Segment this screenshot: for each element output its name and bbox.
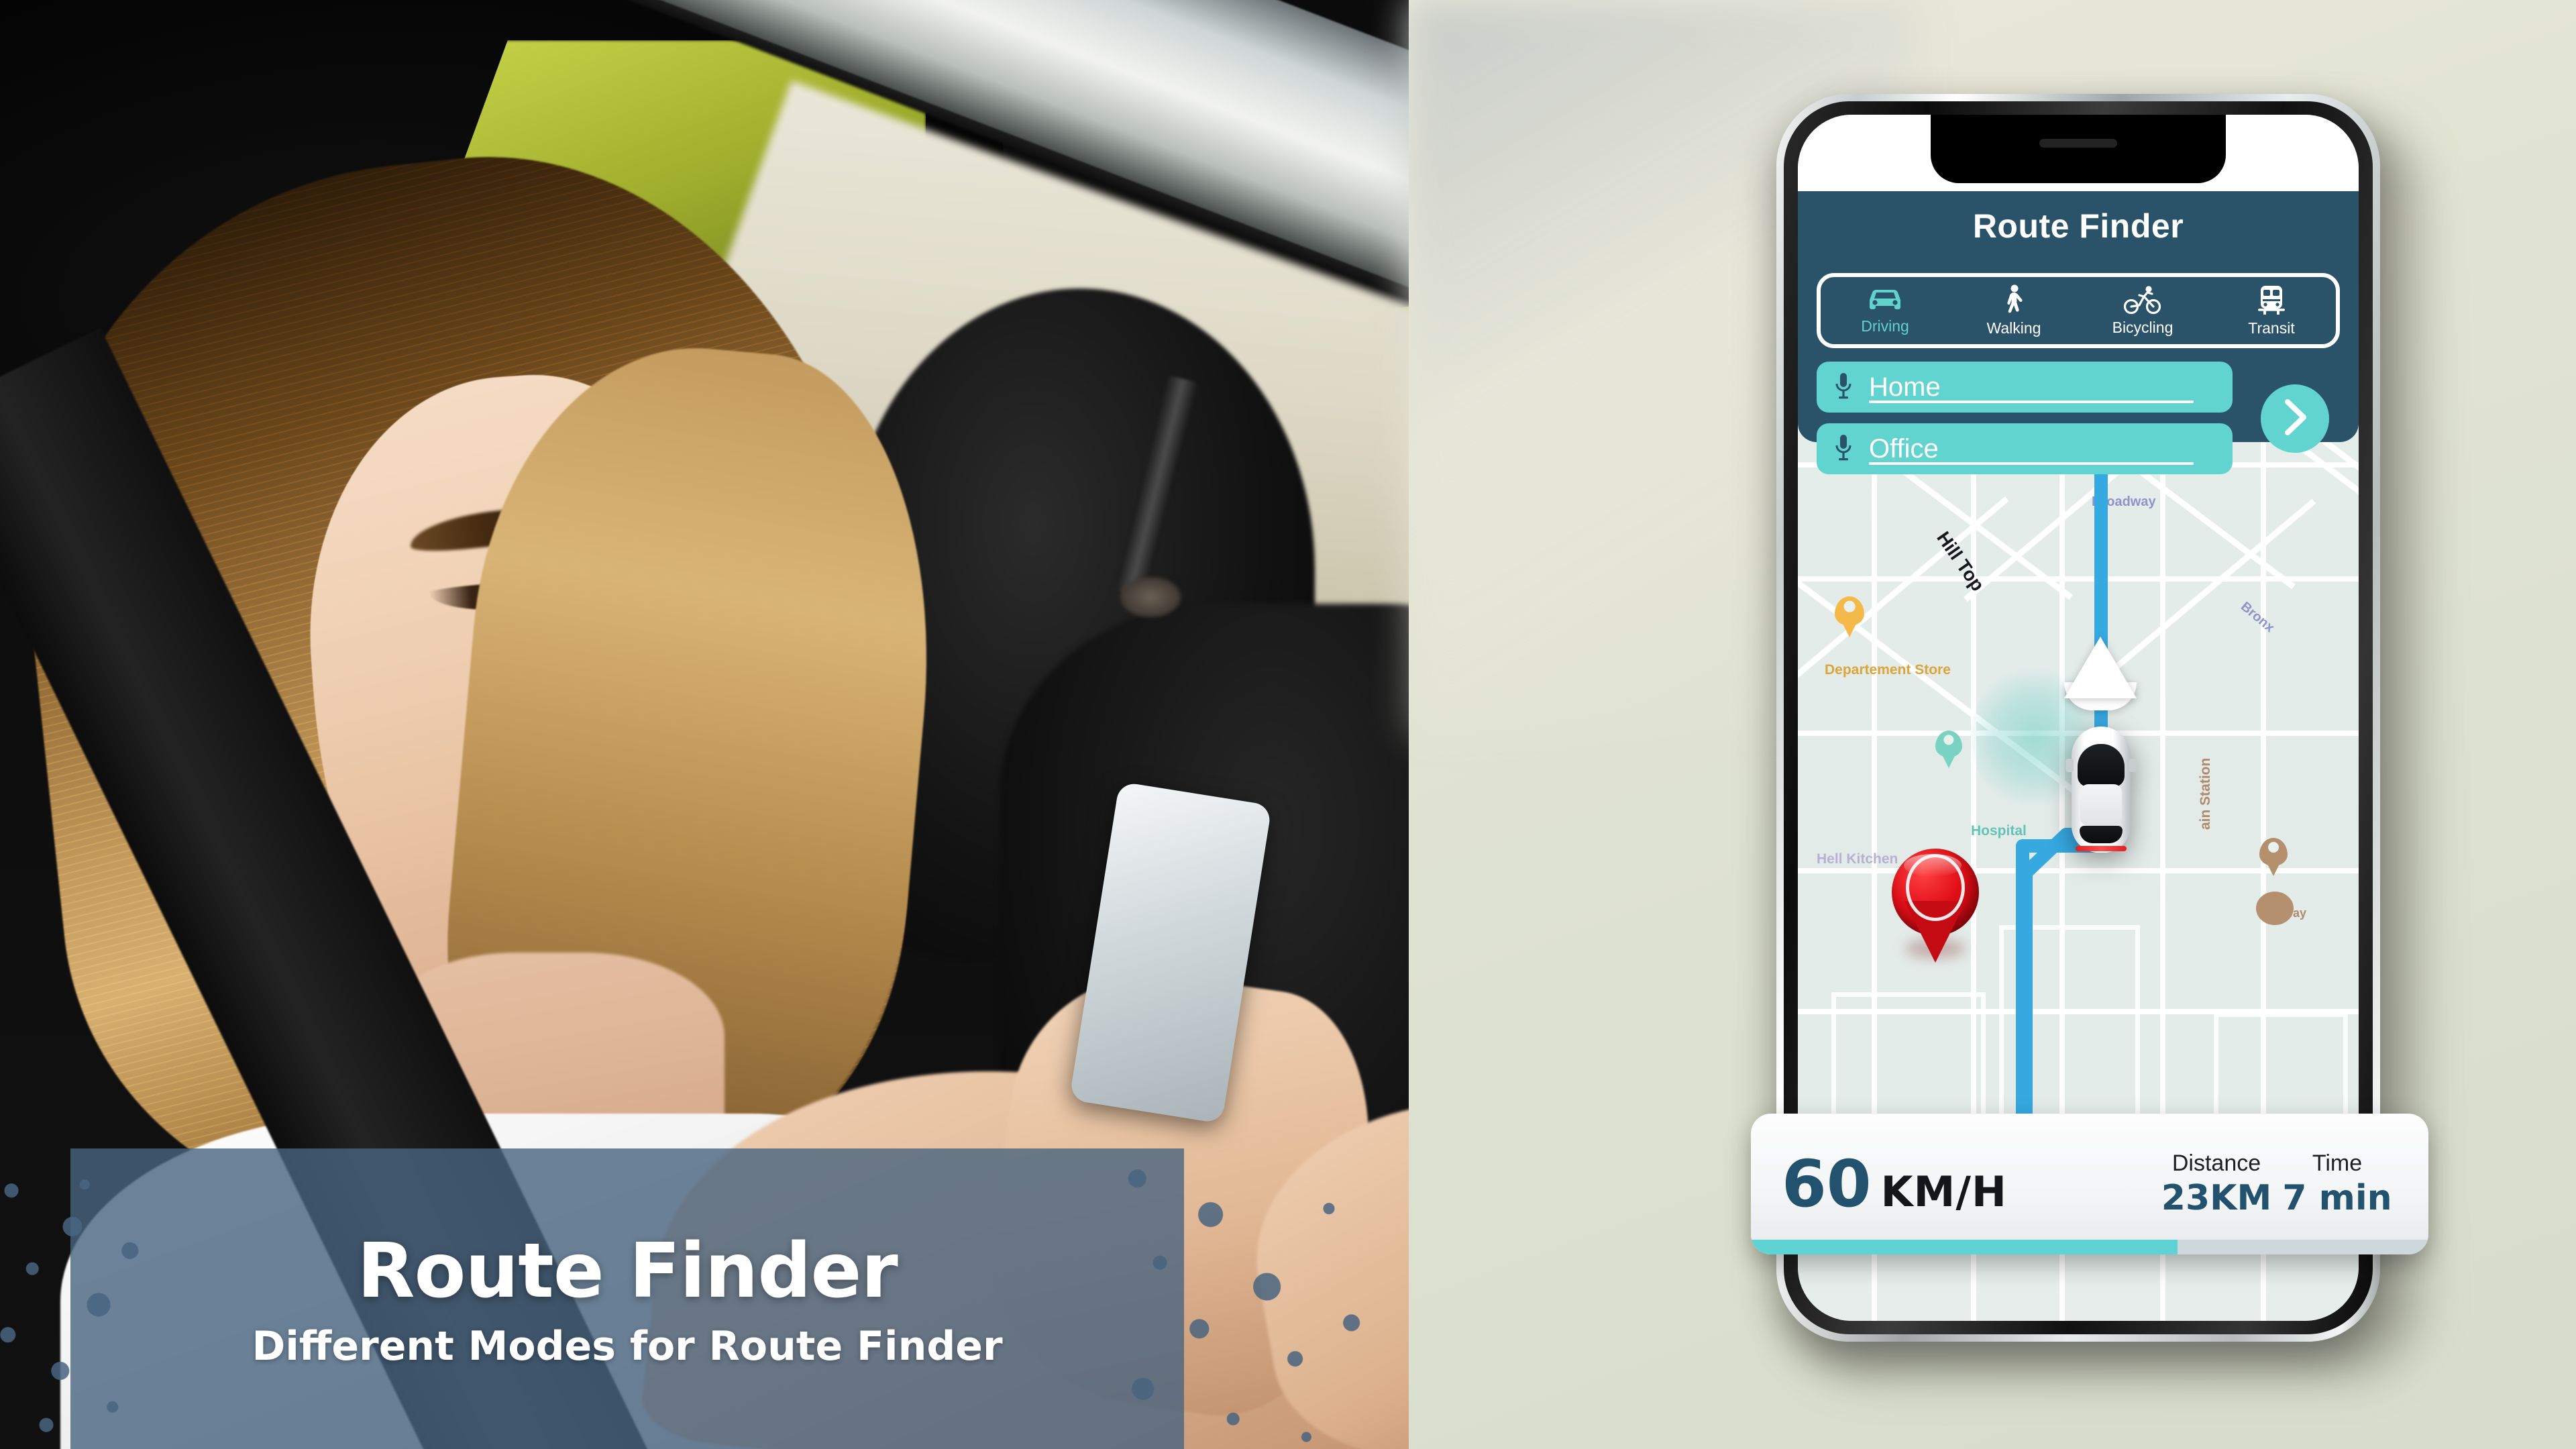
vehicle-marker-icon xyxy=(2065,727,2137,853)
microphone-icon[interactable] xyxy=(1827,433,1860,464)
speed-block: 60 KM/H xyxy=(1782,1146,2156,1222)
mode-label-walking: Walking xyxy=(1986,319,2041,337)
poi-pin-teal[interactable] xyxy=(1935,731,1962,757)
find-route-button[interactable] xyxy=(2261,384,2329,453)
microphone-icon[interactable] xyxy=(1827,372,1860,402)
origin-underline xyxy=(1869,400,2194,403)
earpiece-speaker xyxy=(2039,139,2117,148)
train-icon xyxy=(2257,284,2286,315)
origin-pin[interactable] xyxy=(1892,849,1979,961)
poi-pin-orange[interactable] xyxy=(1835,596,1864,626)
title-banner: Route Finder Different Modes for Route F… xyxy=(0,1148,1385,1449)
distance-label: Distance xyxy=(2171,1150,2261,1176)
poi-pin-brown[interactable] xyxy=(2259,838,2288,866)
speed-unit: KM/H xyxy=(1880,1167,2007,1216)
mode-label-bicycling: Bicycling xyxy=(2112,318,2174,336)
mode-label-transit: Transit xyxy=(2248,319,2295,337)
destination-value: Office xyxy=(1869,433,1939,464)
mode-tab-driving[interactable]: Driving xyxy=(1821,286,1949,335)
distance-value: 23KM xyxy=(2161,1177,2272,1218)
bicycle-icon xyxy=(2123,285,2162,315)
time-value: 7 min xyxy=(2282,1177,2392,1218)
chevron-right-icon xyxy=(2279,398,2310,440)
car-icon xyxy=(1866,286,1904,313)
banner-title: Route Finder xyxy=(357,1228,898,1315)
mode-tab-walking[interactable]: Walking xyxy=(1949,284,2078,337)
mode-label-driving: Driving xyxy=(1861,317,1909,335)
time-label: Time xyxy=(2312,1150,2363,1176)
time-stat: Time 7 min xyxy=(2277,1150,2398,1218)
rearview-mirror-knob xyxy=(1120,577,1181,617)
app-header: Route Finder xyxy=(1798,191,2359,261)
speed-value: 60 xyxy=(1782,1146,1872,1222)
origin-value: Home xyxy=(1869,372,1941,402)
phone-notch xyxy=(1931,115,2226,183)
subway-badge xyxy=(2256,892,2294,925)
distance-stat: Distance 23KM xyxy=(2156,1150,2277,1218)
travel-mode-selector[interactable]: Driving Walking Bicycling Transit xyxy=(1817,273,2340,348)
mode-tab-transit[interactable]: Transit xyxy=(2207,284,2336,337)
destination-underline xyxy=(1869,462,2194,465)
trip-progress-fill xyxy=(1751,1240,2178,1254)
route-controls-panel: Driving Walking Bicycling Transit Home O… xyxy=(1798,261,2359,474)
walking-icon xyxy=(2000,284,2027,315)
origin-field[interactable]: Home xyxy=(1817,362,2233,413)
banner-subtitle: Different Modes for Route Finder xyxy=(252,1323,1003,1370)
trip-progress-track xyxy=(1751,1240,2428,1254)
heading-cone-icon xyxy=(2064,637,2137,698)
app-title: Route Finder xyxy=(1972,207,2184,245)
trip-stats-card: 60 KM/H Distance 23KM Time 7 min xyxy=(1751,1114,2428,1254)
mode-tab-bicycling[interactable]: Bicycling xyxy=(2078,285,2207,337)
destination-field[interactable]: Office xyxy=(1817,423,2233,474)
